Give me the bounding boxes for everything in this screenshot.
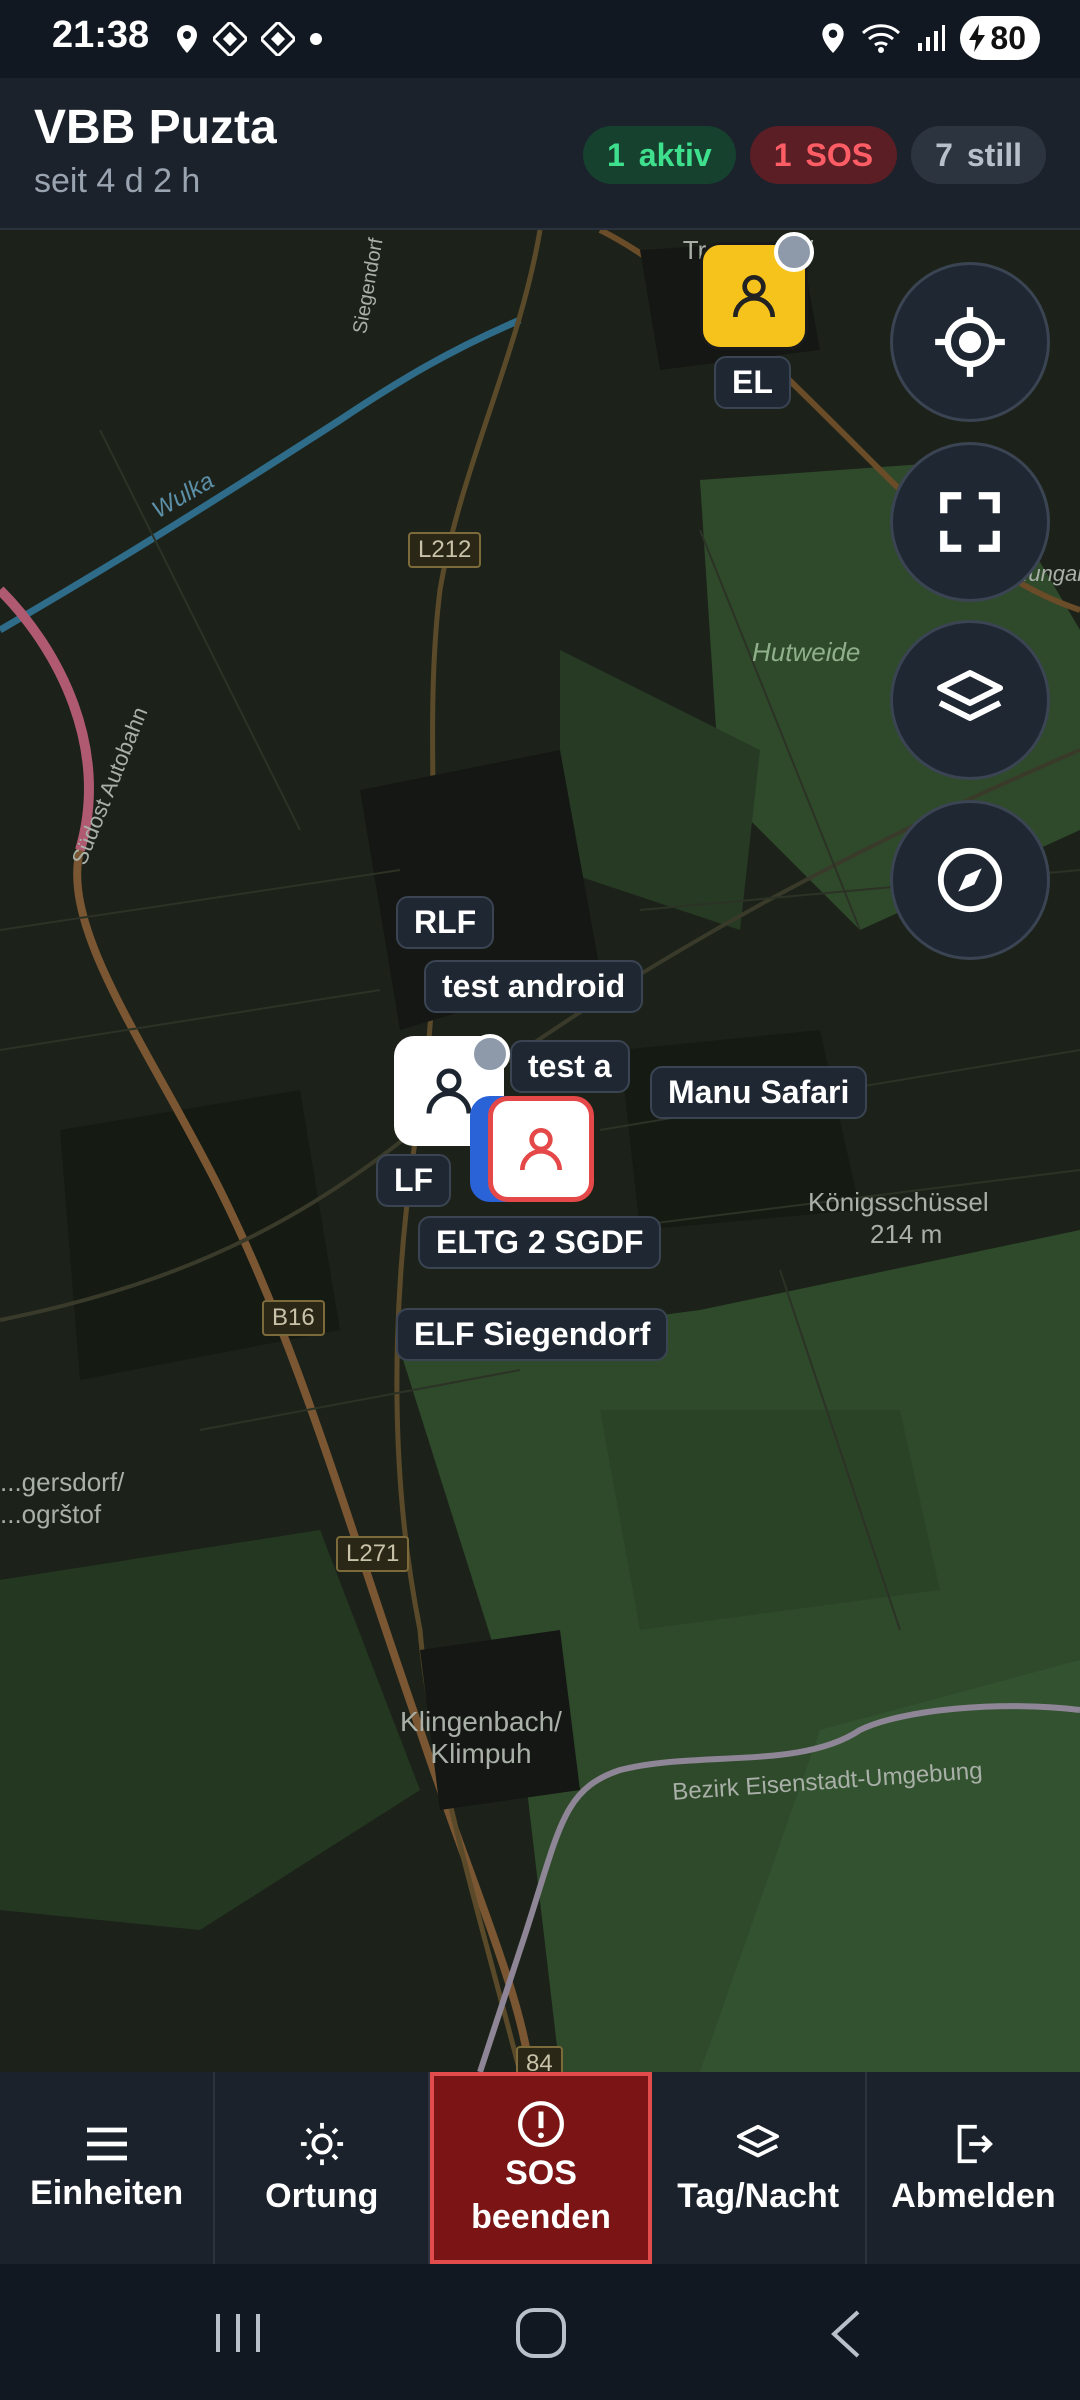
nav-abmelden[interactable]: Abmelden <box>867 2072 1080 2264</box>
place-label-klingenbach: Klingenbach/ Klimpuh <box>400 1706 562 1769</box>
page-title: VBB Puzta <box>34 101 277 154</box>
unit-label-el[interactable]: EL <box>714 356 791 409</box>
unit-label-rlf[interactable]: RLF <box>396 896 495 949</box>
gps-icon <box>822 23 845 53</box>
nav-tag-nacht[interactable]: Tag/Nacht <box>652 2072 867 2264</box>
badge-still-label: still <box>966 136 1022 173</box>
back-icon[interactable] <box>826 2308 866 2360</box>
status-notifications <box>175 22 323 56</box>
location-pin-icon <box>177 25 197 53</box>
person-icon <box>426 1068 472 1114</box>
locate-button[interactable] <box>890 262 1050 422</box>
recent-apps-icon[interactable] <box>212 2310 264 2356</box>
signal-icon <box>918 25 946 51</box>
badge-aktiv-label: aktiv <box>638 136 712 173</box>
road-sign-l212: L212 <box>408 532 482 568</box>
layers-icon <box>937 670 1003 721</box>
unit-label-eltg[interactable]: ELTG 2 SGDF <box>418 1216 662 1269</box>
wifi-icon <box>862 24 901 53</box>
unit-label-lf[interactable]: LF <box>376 1154 452 1207</box>
app-notification-icon-2 <box>261 22 295 56</box>
unit-label-test-a[interactable]: test a <box>510 1040 630 1093</box>
unit-marker-sos[interactable] <box>488 1096 594 1202</box>
sos-end-button[interactable]: SOS beenden <box>430 2072 652 2264</box>
road-sign-l271: L271 <box>336 1536 410 1572</box>
unit-label-test-android[interactable]: test android <box>424 960 644 1013</box>
compass-button[interactable] <box>890 800 1050 960</box>
status-bar: 21:38 80 <box>0 0 1080 78</box>
place-label-koenigsschuessel: Königsschüssel <box>808 1187 989 1217</box>
battery-level: 80 <box>990 19 1026 56</box>
badge-still[interactable]: 7 still <box>911 126 1046 184</box>
sun-icon <box>300 2122 343 2165</box>
badge-sos-label: SOS <box>805 136 874 173</box>
unit-label-manu-safari[interactable]: Manu Safari <box>650 1066 868 1119</box>
compass-icon <box>937 847 1003 913</box>
road-sign-b16: B16 <box>262 1300 325 1336</box>
place-label-hutweide: Hutweide <box>752 637 861 667</box>
status-system-icons: 80 <box>820 16 1040 60</box>
system-navigation-bar <box>0 2264 1080 2400</box>
nav-abmelden-label: Abmelden <box>891 2176 1056 2215</box>
place-label-zagersdorf: ...gersdorf/ ...ogrštof <box>0 1467 125 1529</box>
more-dot-icon <box>310 33 322 45</box>
nav-tag-nacht-label: Tag/Nacht <box>677 2176 840 2215</box>
person-icon <box>733 275 775 318</box>
road-sign-84: 84 <box>516 2046 563 2072</box>
nav-einheiten[interactable]: Einheiten <box>0 2072 216 2264</box>
app-notification-icon <box>213 22 247 56</box>
nav-ortung-label: Ortung <box>265 2176 379 2215</box>
locate-icon <box>935 307 1005 377</box>
bottom-navigation: Einheiten Ortung SOS beenden Tag/Nacht A… <box>0 2072 1080 2264</box>
status-time: 21:38 <box>52 14 150 56</box>
app-header: VBB Puzta seit 4 d 2 h 1 aktiv 1 SOS 7 s… <box>0 78 1080 230</box>
layers-button[interactable] <box>890 620 1050 780</box>
logout-icon <box>958 2124 994 2163</box>
battery-indicator: 80 <box>960 16 1040 60</box>
alert-circle-icon <box>518 2101 564 2147</box>
nav-ortung[interactable]: Ortung <box>215 2072 431 2264</box>
map-view[interactable]: Tr... an ...a/ ...sof Hutweide Siegendor… <box>0 230 1080 2072</box>
fullscreen-button[interactable] <box>890 442 1050 602</box>
home-icon[interactable] <box>514 2306 568 2360</box>
charging-bolt-icon <box>969 24 986 52</box>
unit-status-dot <box>470 1034 510 1074</box>
nav-einheiten-label: Einheiten <box>30 2173 184 2212</box>
badge-sos-count: 1 <box>773 136 792 173</box>
layers-icon <box>737 2124 780 2157</box>
badge-sos[interactable]: 1 SOS <box>749 126 898 184</box>
page-subtitle: seit 4 d 2 h <box>34 162 201 200</box>
fullscreen-icon <box>940 492 1000 552</box>
unit-label-elf[interactable]: ELF Siegendorf <box>396 1308 669 1361</box>
unit-status-dot <box>774 232 814 272</box>
place-label-koenigsschuessel-altitude: 214 m <box>870 1219 943 1249</box>
badge-aktiv-count: 1 <box>606 136 625 173</box>
sos-end-label-line1: SOS <box>505 2154 577 2192</box>
sos-end-label-line2: beenden <box>471 2198 611 2236</box>
person-alert-icon <box>520 1128 562 1171</box>
status-badges: 1 aktiv 1 SOS 7 still <box>582 126 1046 184</box>
menu-icon <box>86 2127 127 2160</box>
badge-aktiv[interactable]: 1 aktiv <box>582 126 736 184</box>
badge-still-count: 7 <box>935 136 953 173</box>
